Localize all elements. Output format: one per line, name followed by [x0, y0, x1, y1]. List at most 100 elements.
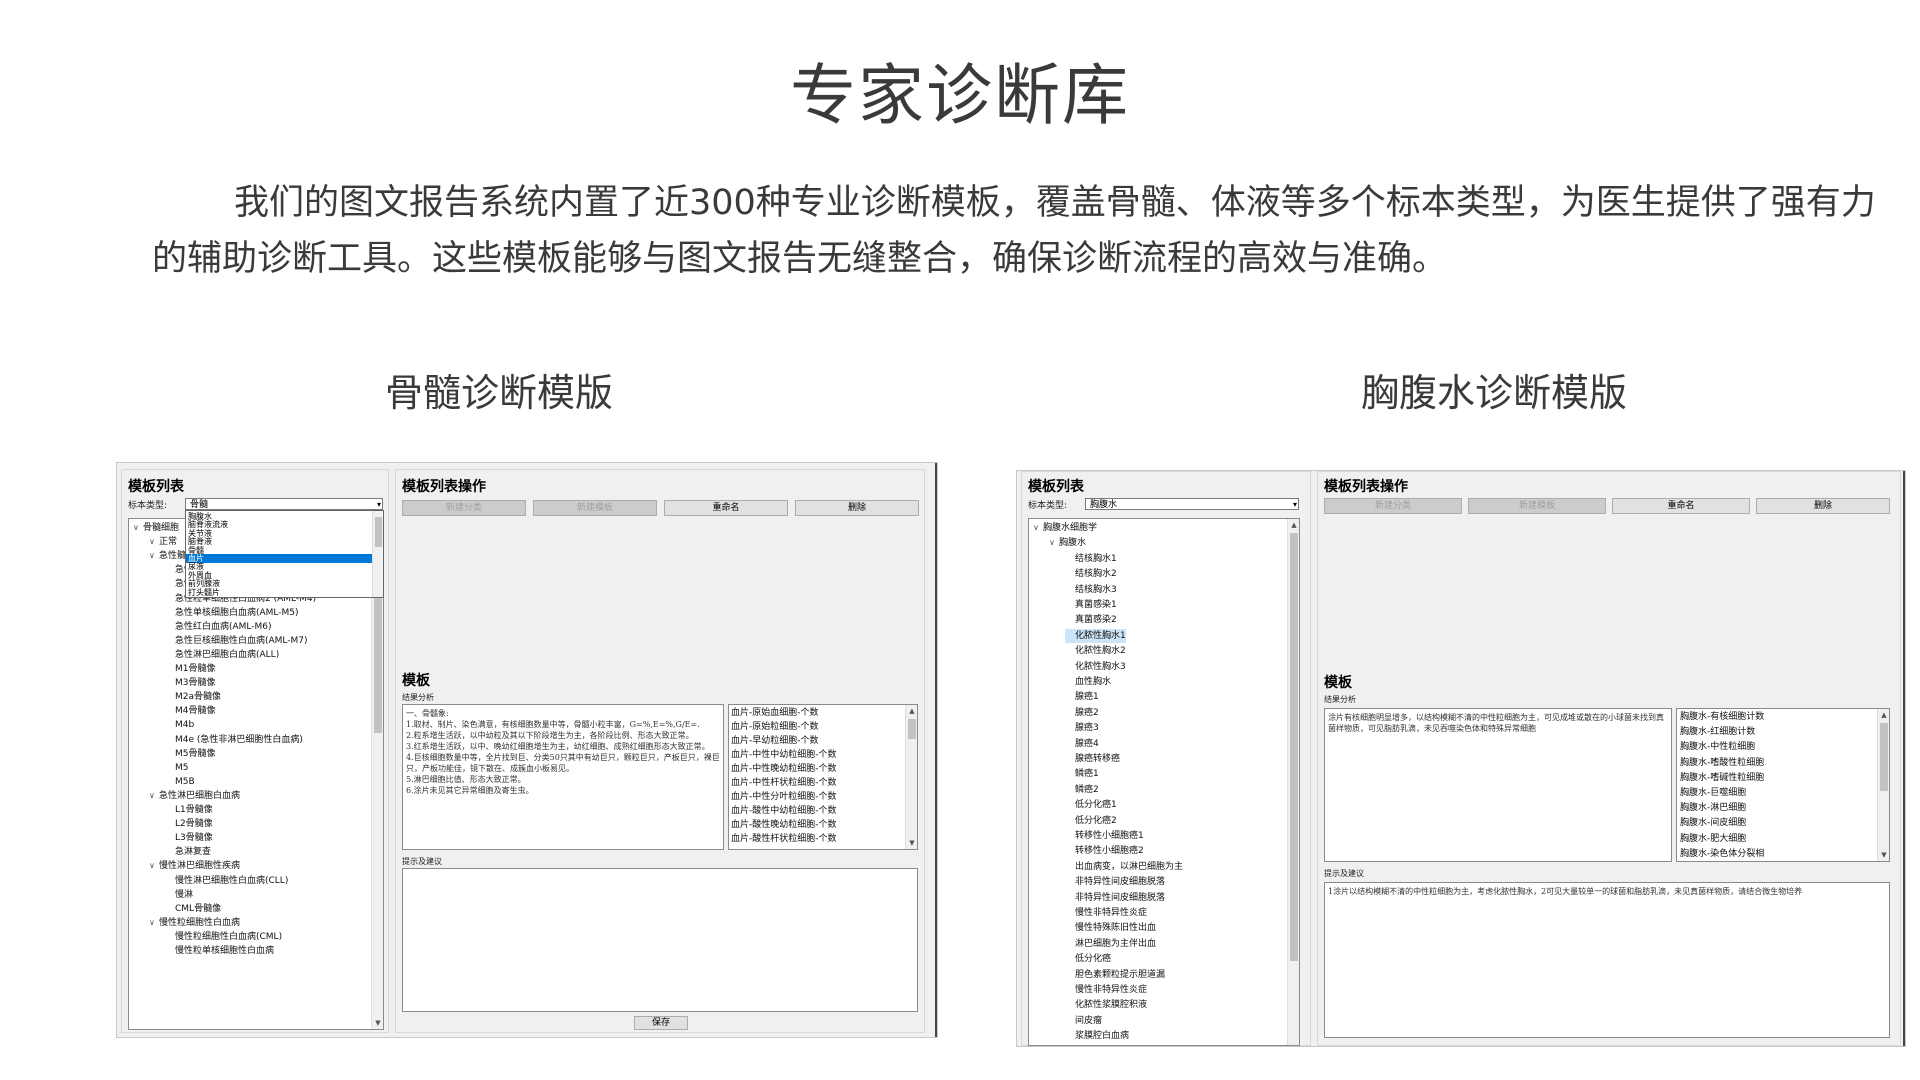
tree-scrollbar[interactable]: ▲ — [1287, 519, 1299, 1045]
tree-item[interactable]: ∨ 骨髓细胞 — [133, 521, 179, 535]
dropdown-scrollbar[interactable] — [372, 511, 383, 597]
chevron-down-icon[interactable]: ∨ — [133, 521, 143, 535]
cell-list-item[interactable]: 胸腹水-中性粒细胞 — [1680, 740, 1755, 754]
tree-item[interactable]: 化脓性胸水1 — [1065, 628, 1126, 643]
tree-item[interactable]: M3骨髓像 — [165, 676, 216, 690]
tree-item[interactable]: 化脓性浆膜腔积液 — [1065, 998, 1147, 1012]
tree-item[interactable]: 结核胸水2 — [1065, 567, 1117, 581]
cell-list-item[interactable]: 血片-原始血细胞-个数 — [731, 706, 819, 720]
cell-list-scrollbar[interactable]: ▲ ▼ — [1877, 709, 1889, 861]
chevron-down-icon[interactable]: ▾ — [1293, 499, 1297, 511]
tree-item[interactable]: ∨ 慢性粒细胞性白血病 — [149, 916, 240, 930]
tree-item[interactable]: 转移性小细胞癌2 — [1065, 844, 1144, 858]
specimen-type-select[interactable]: 胸腹水 ▾ — [1085, 498, 1299, 510]
tree-item[interactable]: 非特异性间皮细胞脱落 — [1065, 891, 1165, 905]
tree-item[interactable]: 慢性非特异性炎症 — [1065, 983, 1147, 997]
save-button[interactable]: 保存 — [634, 1016, 688, 1030]
tree-item[interactable]: 急性巨核细胞性白血病(AML-M7) — [165, 634, 308, 648]
delete-button[interactable]: 删除 — [1756, 498, 1890, 514]
new-category-button[interactable]: 新建分类 — [1324, 498, 1462, 514]
tree-item[interactable]: 低分化癌 — [1065, 952, 1111, 966]
scroll-down-icon[interactable]: ▼ — [906, 837, 917, 849]
dropdown-option[interactable]: 血片 — [186, 554, 372, 563]
advice-textarea[interactable] — [402, 868, 918, 1012]
tree-item[interactable]: ∨ 胸腹水细胞学 — [1033, 521, 1097, 535]
cell-list-item[interactable]: 血片-中性杆状粒细胞-个数 — [731, 776, 837, 790]
scroll-down-icon[interactable]: ▼ — [1878, 849, 1889, 861]
cell-list-item[interactable]: 血片-酸性中幼粒细胞-个数 — [731, 804, 837, 818]
scroll-up-icon[interactable]: ▲ — [906, 705, 917, 717]
tree-item[interactable]: 腺癌3 — [1065, 721, 1099, 735]
rename-button[interactable]: 重命名 — [1612, 498, 1750, 514]
chevron-down-icon[interactable]: ∨ — [149, 789, 159, 803]
tree-item[interactable]: M4b — [165, 718, 194, 732]
tree-item[interactable]: 真菌感染2 — [1065, 613, 1117, 627]
cell-list-item[interactable]: 血片-中性晚幼粒细胞-个数 — [731, 762, 837, 776]
result-analysis-textarea[interactable]: 一、骨髓象: 1.取材、制片、染色满意，有核细胞数量中等，骨髓小粒丰富，G=%,… — [402, 704, 724, 850]
scroll-up-icon[interactable]: ▲ — [1288, 519, 1299, 531]
new-template-button[interactable]: 新建模板 — [1468, 498, 1606, 514]
tree-item[interactable]: M4骨髓像 — [165, 704, 216, 718]
tree-item[interactable]: 急性单核细胞白血病(AML-M5) — [165, 606, 299, 620]
advice-textarea[interactable]: 1涂片以结构模糊不清的中性粒细胞为主，考虑化脓性胸水，2可见大量较单一的球菌和脂… — [1324, 882, 1890, 1038]
cell-list-item[interactable]: 胸腹水-巨噬细胞 — [1680, 786, 1746, 800]
dropdown-option[interactable]: 打头髓片 — [188, 588, 220, 597]
tree-item[interactable]: ∨ 急性淋巴细胞白血病 — [149, 789, 240, 803]
tree-item[interactable]: CML骨髓像 — [165, 902, 221, 916]
scroll-thumb[interactable] — [1880, 723, 1888, 791]
scroll-thumb[interactable] — [1290, 533, 1298, 961]
tree-item[interactable]: 转移性小细胞癌1 — [1065, 829, 1144, 843]
cell-list-item[interactable]: 血片-原始粒细胞-个数 — [731, 720, 819, 734]
tree-item[interactable]: 慢淋 — [165, 888, 193, 902]
tree-item[interactable]: 间皮瘤 — [1065, 1014, 1102, 1028]
scroll-up-icon[interactable]: ▲ — [1878, 709, 1889, 721]
tree-item[interactable]: 慢性淋巴细胞性白血病(CLL) — [165, 874, 288, 888]
tree-item[interactable]: L2骨髓像 — [165, 817, 213, 831]
tree-item[interactable]: 浆膜腔白血病 — [1065, 1029, 1129, 1043]
tree-item[interactable]: 慢性粒单核细胞性白血病 — [165, 944, 274, 958]
delete-button[interactable]: 删除 — [795, 500, 919, 516]
tree-item[interactable]: 化脓性胸水3 — [1065, 660, 1126, 674]
tree-item[interactable]: 急淋复查 — [165, 845, 211, 859]
cell-list-scrollbar[interactable]: ▲ ▼ — [905, 705, 917, 849]
chevron-down-icon[interactable]: ∨ — [149, 549, 159, 563]
tree-item[interactable]: 腺癌2 — [1065, 706, 1099, 720]
rename-button[interactable]: 重命名 — [664, 500, 788, 516]
tree-item[interactable]: M2a骨髓像 — [165, 690, 221, 704]
cell-list-item[interactable]: 胸腹水-染色体分裂相 — [1680, 847, 1764, 861]
tree-item[interactable]: M4e (急性非淋巴细胞性白血病) — [165, 733, 303, 747]
tree-item[interactable]: 低分化癌2 — [1065, 814, 1117, 828]
tree-item[interactable]: ∨ 正常 — [149, 535, 177, 549]
dropdown-scroll-thumb[interactable] — [375, 517, 382, 547]
cell-list-item[interactable]: 胸腹水-嗜酸性粒细胞 — [1680, 756, 1764, 770]
tree-item[interactable]: 慢性粒细胞性白血病(CML) — [165, 930, 282, 944]
specimen-type-select[interactable]: 骨髓 ▾ — [185, 498, 383, 510]
tree-item[interactable]: 低分化癌1 — [1065, 798, 1117, 812]
tree-item[interactable]: L3骨髓像 — [165, 831, 213, 845]
scroll-down-icon[interactable]: ▼ — [372, 1017, 383, 1029]
cell-list-item[interactable]: 血片-早幼粒细胞-个数 — [731, 734, 819, 748]
result-analysis-textarea[interactable]: 涂片有核细胞明显增多，以结构模糊不清的中性粒细胞为主，可见成堆或散在的小球菌未找… — [1324, 708, 1672, 862]
tree-item[interactable]: 结核胸水3 — [1065, 583, 1117, 597]
tree-item[interactable]: ∨ 胸腹水 — [1049, 536, 1086, 550]
tree-item[interactable]: 胆色素颗粒提示胆道漏 — [1065, 968, 1165, 982]
tree-item[interactable]: 真菌感染1 — [1065, 598, 1117, 612]
tree-item[interactable]: L1骨髓像 — [165, 803, 213, 817]
tree-item[interactable]: 慢性特殊陈旧性出血 — [1065, 921, 1156, 935]
cell-list-item[interactable]: 胸腹水-嗜碱性粒细胞 — [1680, 771, 1764, 785]
tree-item[interactable]: 化脓性胸水2 — [1065, 644, 1126, 658]
tree-item[interactable]: 急性淋巴细胞白血病(ALL) — [165, 648, 279, 662]
chevron-down-icon[interactable]: ∨ — [149, 535, 159, 549]
cell-list-item[interactable]: 血片-酸性杆状粒细胞-个数 — [731, 832, 837, 846]
cell-list-item[interactable]: 胸腹水-肥大细胞 — [1680, 832, 1746, 846]
tree-item[interactable]: 腺癌转移癌 — [1065, 752, 1120, 766]
new-template-button[interactable]: 新建模板 — [533, 500, 657, 516]
tree-item[interactable]: 结核胸水1 — [1065, 552, 1117, 566]
tree-item[interactable]: 出血病变，以淋巴细胞为主 — [1065, 860, 1183, 874]
tree-item[interactable]: ∨ 慢性淋巴细胞性疾病 — [149, 859, 240, 873]
cell-list-item[interactable]: 血片-酸性晚幼粒细胞-个数 — [731, 818, 837, 832]
chevron-down-icon[interactable]: ∨ — [149, 859, 159, 873]
tree-item[interactable]: 鳞癌1 — [1065, 767, 1099, 781]
tree-item[interactable]: M1骨髓像 — [165, 662, 216, 676]
tree-item[interactable]: M5骨髓像 — [165, 747, 216, 761]
